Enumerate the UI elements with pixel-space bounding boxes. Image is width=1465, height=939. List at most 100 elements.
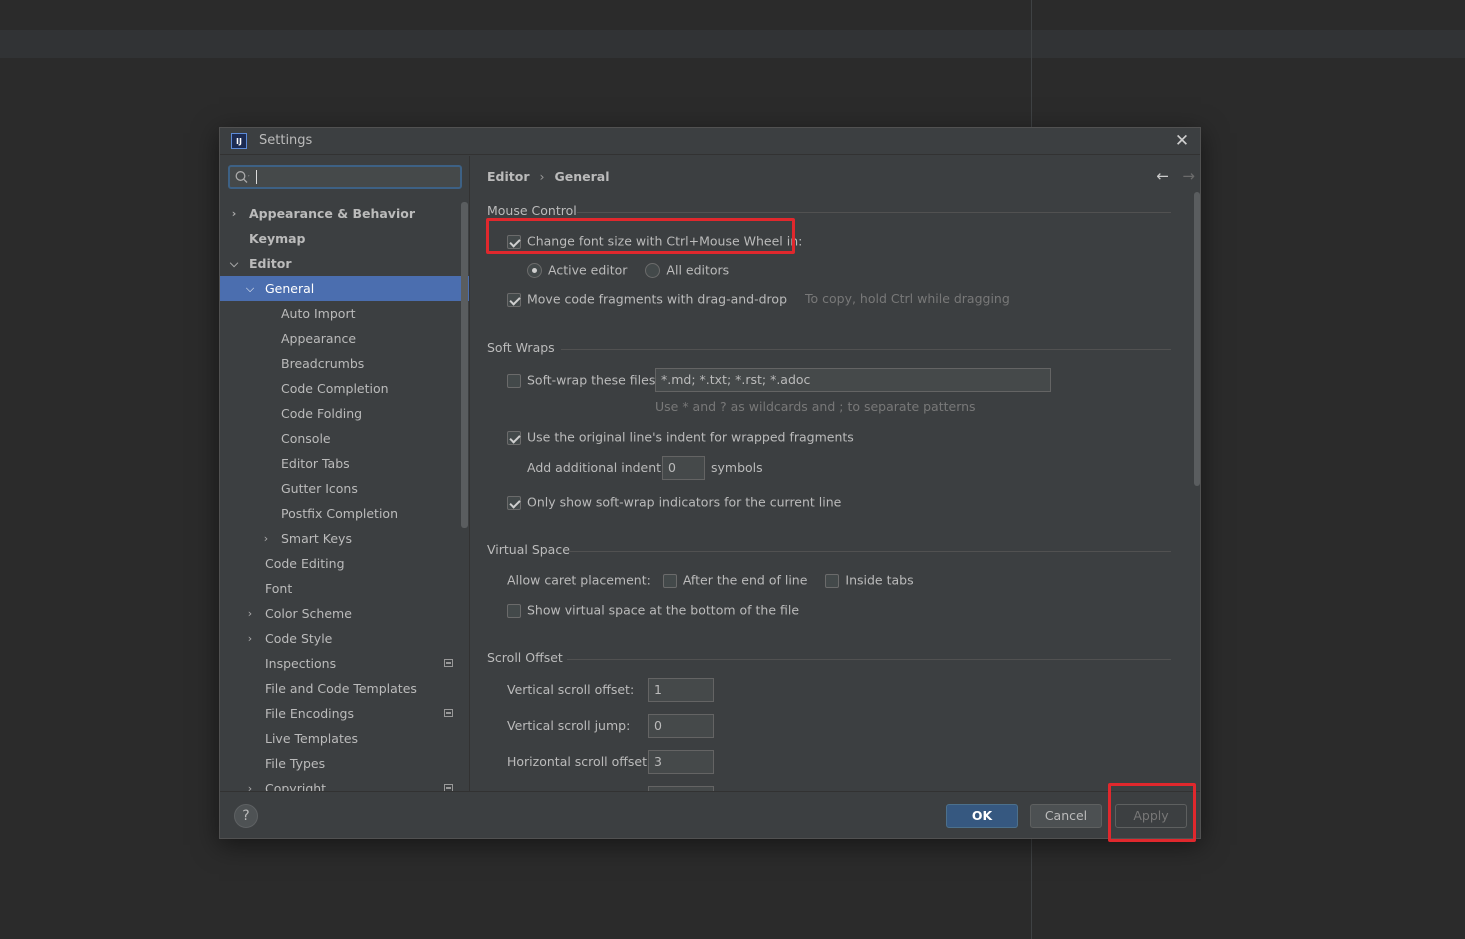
tree-item-label: Appearance [281, 331, 357, 346]
vertical-jump-field[interactable]: 0 [648, 714, 714, 738]
drag-drop-hint: To copy, hold Ctrl while dragging [805, 291, 1010, 306]
tree-item-label: Color Scheme [265, 606, 352, 621]
section-virtual-space: Virtual Space [487, 542, 570, 557]
horizontal-offset-field[interactable]: 3 [648, 750, 714, 774]
breadcrumb-editor[interactable]: Editor [487, 169, 530, 184]
allow-caret-label: Allow caret placement: [507, 572, 651, 588]
tree-item-smart-keys[interactable]: › Smart Keys [220, 526, 469, 551]
vertical-offset-field[interactable]: 1 [648, 678, 714, 702]
ok-button[interactable]: OK [946, 804, 1018, 828]
use-indent-option: Use the original line's indent for wrapp… [507, 428, 854, 447]
tree-item-code-folding[interactable]: Code Folding [220, 401, 469, 426]
help-button[interactable]: ? [234, 804, 258, 828]
show-virtual-space-label[interactable]: Show virtual space at the bottom of the … [527, 603, 799, 618]
vertical-jump-label: Vertical scroll jump: [507, 718, 631, 733]
tree-item-appearance[interactable]: Appearance [220, 326, 469, 351]
tree-item-keymap[interactable]: Keymap [220, 226, 469, 251]
chevron-right-icon[interactable]: › [244, 626, 256, 651]
use-indent-label[interactable]: Use the original line's indent for wrapp… [527, 430, 854, 445]
tree-item-file-encodings[interactable]: File Encodings [220, 701, 469, 726]
chevron-right-icon[interactable]: › [244, 776, 256, 791]
apply-button[interactable]: Apply [1115, 804, 1187, 828]
tree-item-label: General [265, 281, 315, 296]
project-scope-icon [444, 659, 453, 667]
tree-item-label: Font [265, 581, 293, 596]
tree-item-gutter-icons[interactable]: Gutter Icons [220, 476, 469, 501]
show-virtual-space-checkbox[interactable] [507, 603, 521, 618]
tree-item-code-completion[interactable]: Code Completion [220, 376, 469, 401]
tree-item-file-and-code-templates[interactable]: File and Code Templates [220, 676, 469, 701]
tree-item-label: Live Templates [265, 731, 359, 746]
inside-tabs-checkbox[interactable] [825, 573, 840, 588]
tree-item-font[interactable]: Font [220, 576, 469, 601]
chevron-right-icon[interactable]: › [260, 526, 272, 551]
section-divider [577, 212, 1171, 213]
tree-item-label: Postfix Completion [281, 506, 398, 521]
only-show-label[interactable]: Only show soft-wrap indicators for the c… [527, 495, 841, 510]
tree-item-label: Keymap [249, 231, 306, 246]
tree-item-label: Breadcrumbs [281, 356, 365, 371]
change-font-size-label[interactable]: Change font size with Ctrl+Mouse Wheel i… [527, 234, 802, 249]
tree-item-code-editing[interactable]: Code Editing [220, 551, 469, 576]
after-end-checkbox[interactable] [662, 573, 677, 588]
soft-wrap-files-label[interactable]: Soft-wrap these files: [527, 373, 660, 388]
soft-wrap-files-option: Soft-wrap these files: [507, 371, 660, 390]
tree-item-label: Code Style [265, 631, 333, 646]
active-editor-radio[interactable] [527, 263, 542, 278]
tree-item-label: Editor Tabs [281, 456, 350, 471]
active-editor-label[interactable]: Active editor [548, 263, 627, 278]
tree-item-auto-import[interactable]: Auto Import [220, 301, 469, 326]
inside-tabs-label[interactable]: Inside tabs [845, 573, 913, 588]
breadcrumb-separator: › [539, 169, 545, 184]
dialog-title: Settings [259, 133, 313, 148]
project-scope-icon [444, 709, 453, 717]
back-arrow-icon[interactable]: ← [1156, 167, 1169, 185]
tree-item-label: Appearance & Behavior [249, 206, 415, 221]
section-divider [561, 349, 1171, 350]
tree-item-console[interactable]: Console [220, 426, 469, 451]
tree-item-label: File Types [265, 756, 326, 771]
tree-item-editor[interactable]: ⌵ Editor [220, 251, 469, 276]
drag-drop-label[interactable]: Move code fragments with drag-and-drop [527, 292, 787, 307]
tree-item-breadcrumbs[interactable]: Breadcrumbs [220, 351, 469, 376]
tree-item-label: Inspections [265, 656, 337, 671]
only-show-checkbox[interactable] [507, 495, 521, 510]
tree-item-code-style[interactable]: › Code Style [220, 626, 469, 651]
tree-item-file-types[interactable]: File Types [220, 751, 469, 776]
tree-item-label: Console [281, 431, 331, 446]
only-show-option: Only show soft-wrap indicators for the c… [507, 493, 841, 512]
soft-wrap-patterns-field[interactable]: *.md; *.txt; *.rst; *.adoc [655, 368, 1051, 392]
tree-item-copyright[interactable]: › Copyright [220, 776, 469, 791]
chevron-down-icon[interactable]: ⌵ [228, 251, 240, 276]
tree-item-label: Code Editing [265, 556, 345, 571]
soft-wrap-files-checkbox[interactable] [507, 373, 521, 388]
cancel-button[interactable]: Cancel [1030, 804, 1102, 828]
tree-item-general[interactable]: ⌵ General [220, 276, 469, 301]
search-input[interactable] [228, 165, 462, 189]
breadcrumb: Editor › General [487, 169, 610, 184]
all-editors-label[interactable]: All editors [666, 263, 729, 278]
tree-item-appearance-behavior[interactable]: › Appearance & Behavior [220, 201, 469, 226]
all-editors-radio[interactable] [645, 263, 661, 278]
title-bar: IJ Settings ✕ [220, 128, 1200, 155]
chevron-down-icon[interactable]: ⌵ [244, 276, 256, 301]
chevron-right-icon[interactable]: › [228, 201, 240, 226]
tree-item-label: Smart Keys [281, 531, 352, 546]
tree-item-live-templates[interactable]: Live Templates [220, 726, 469, 751]
forward-arrow-icon[interactable]: → [1182, 167, 1195, 185]
drag-drop-checkbox[interactable] [507, 292, 521, 307]
tree-item-label: Copyright [265, 781, 327, 791]
use-indent-checkbox[interactable] [507, 430, 521, 445]
after-end-label[interactable]: After the end of line [683, 573, 808, 588]
tree-scrollbar[interactable] [461, 202, 468, 528]
tree-item-postfix-completion[interactable]: Postfix Completion [220, 501, 469, 526]
tree-item-editor-tabs[interactable]: Editor Tabs [220, 451, 469, 476]
close-icon[interactable]: ✕ [1172, 131, 1192, 151]
tree-item-inspections[interactable]: Inspections [220, 651, 469, 676]
chevron-right-icon[interactable]: › [244, 601, 256, 626]
change-font-size-option: Change font size with Ctrl+Mouse Wheel i… [507, 232, 802, 251]
change-font-size-checkbox[interactable] [507, 234, 521, 249]
add-indent-field[interactable]: 0 [662, 456, 705, 480]
tree-item-color-scheme[interactable]: › Color Scheme [220, 601, 469, 626]
settings-scrollbar[interactable] [1194, 192, 1200, 486]
